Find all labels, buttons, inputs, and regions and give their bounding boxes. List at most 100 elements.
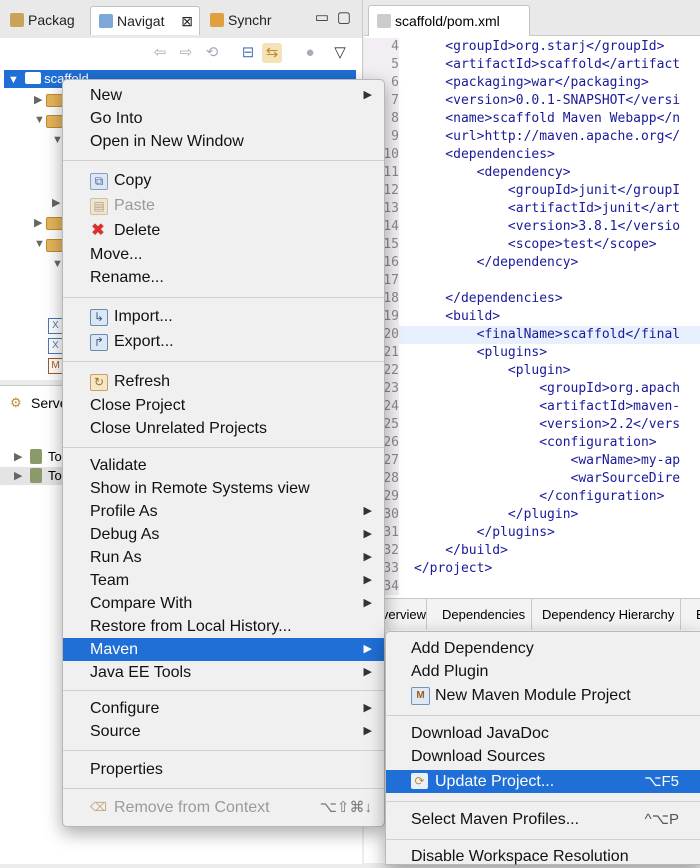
- menu-item-close-project[interactable]: Close Project: [63, 394, 384, 417]
- menu-item-add-dependency[interactable]: Add Dependency: [386, 637, 700, 660]
- code-line[interactable]: 10 <dependencies>: [364, 146, 700, 164]
- code-line[interactable]: 5 <artifactId>scaffold</artifact: [364, 56, 700, 74]
- expand-arrow-icon[interactable]: ▼: [34, 114, 45, 126]
- code-line[interactable]: 34: [364, 578, 700, 595]
- tab-dependencies[interactable]: Dependencies: [436, 599, 533, 631]
- expand-arrow-icon[interactable]: ▶: [14, 448, 22, 466]
- menu-item-maven[interactable]: Maven ▶: [63, 638, 384, 661]
- code-line[interactable]: 32 </build>: [364, 542, 700, 560]
- expand-arrow-icon[interactable]: ▼: [8, 74, 19, 86]
- close-icon[interactable]: ⊠: [181, 7, 193, 35]
- code-line[interactable]: 29 </configuration>: [364, 488, 700, 506]
- menu-item-source[interactable]: Source ▶: [63, 720, 384, 743]
- menu-item-compare-with[interactable]: Compare With ▶: [63, 592, 384, 615]
- code-line[interactable]: 31 </plugins>: [364, 524, 700, 542]
- tab-navigator[interactable]: Navigat ⊠: [90, 6, 200, 35]
- tab-effective-pom[interactable]: E: [690, 599, 700, 631]
- code-line[interactable]: 8 <name>scaffold Maven Webapp</n: [364, 110, 700, 128]
- code-text: <warSourceDire: [414, 471, 681, 486]
- view-menu-icon[interactable]: ▽: [330, 43, 350, 63]
- code-line[interactable]: 16 </dependency>: [364, 254, 700, 272]
- collapse-all-icon[interactable]: ⊟: [238, 43, 258, 63]
- expand-arrow-icon[interactable]: ▶: [34, 216, 42, 229]
- expand-arrow-icon[interactable]: ▶: [14, 467, 22, 485]
- tab-dependency-hierarchy[interactable]: Dependency Hierarchy: [536, 599, 682, 631]
- maximize-icon[interactable]: ▢: [334, 8, 354, 28]
- menu-item-profile-as[interactable]: Profile As ▶: [63, 500, 384, 523]
- menu-item-new-maven-module[interactable]: M New Maven Module Project: [386, 684, 700, 707]
- code-line[interactable]: 15 <scope>test</scope>: [364, 236, 700, 254]
- menu-item-new[interactable]: New ▶: [63, 84, 384, 107]
- paste-icon: ▤: [90, 198, 108, 215]
- code-text: <groupId>org.starj</groupId>: [414, 39, 665, 54]
- menu-item-team[interactable]: Team ▶: [63, 569, 384, 592]
- menu-item-refresh[interactable]: ↻ Refresh: [63, 370, 384, 393]
- back-arrow-icon[interactable]: ⇦: [150, 43, 170, 63]
- code-text: <finalName>scaffold</final: [414, 327, 681, 342]
- menu-item-disable-workspace-resolution[interactable]: Disable Workspace Resolution: [386, 845, 700, 868]
- tab-synchronize[interactable]: Synchr: [202, 6, 312, 34]
- menu-item-go-into[interactable]: Go Into: [63, 107, 384, 130]
- menu-item-open-in-new-window[interactable]: Open in New Window: [63, 130, 384, 153]
- menu-item-close-unrelated-projects[interactable]: Close Unrelated Projects: [63, 417, 384, 440]
- menu-item-debug-as[interactable]: Debug As ▶: [63, 523, 384, 546]
- menu-item-restore-from-local-history[interactable]: Restore from Local History...: [63, 615, 384, 638]
- menu-separator: [63, 361, 384, 362]
- menu-separator: [63, 788, 384, 789]
- menu-item-run-as[interactable]: Run As ▶: [63, 546, 384, 569]
- menu-item-delete[interactable]: ✖ Delete: [63, 219, 384, 242]
- tab-package-explorer[interactable]: Packag: [2, 6, 86, 34]
- code-line[interactable]: 20 <finalName>scaffold</final: [364, 326, 700, 344]
- expand-arrow-icon[interactable]: ▶: [34, 93, 42, 106]
- menu-item-select-maven-profiles[interactable]: Select Maven Profiles... ^⌥P: [386, 808, 700, 831]
- code-line[interactable]: 22 <plugin>: [364, 362, 700, 380]
- menu-item-java-ee-tools[interactable]: Java EE Tools ▶: [63, 661, 384, 684]
- menu-item-configure[interactable]: Configure ▶: [63, 697, 384, 720]
- menu-item-rename[interactable]: Rename...: [63, 266, 384, 289]
- menu-item-remove-from-context[interactable]: ⌫ Remove from Context ⌥⇧⌘↓: [63, 796, 384, 819]
- code-line[interactable]: 7 <version>0.0.1-SNAPSHOT</versi: [364, 92, 700, 110]
- menu-item-move[interactable]: Move...: [63, 243, 384, 266]
- menu-item-properties[interactable]: Properties: [63, 758, 384, 781]
- code-line[interactable]: 11 <dependency>: [364, 164, 700, 182]
- code-line[interactable]: 9 <url>http://maven.apache.org</: [364, 128, 700, 146]
- code-line[interactable]: 13 <artifactId>junit</art: [364, 200, 700, 218]
- menu-item-export[interactable]: ↱ Export...: [63, 330, 384, 353]
- code-line[interactable]: 18 </dependencies>: [364, 290, 700, 308]
- code-line[interactable]: 23 <groupId>org.apach: [364, 380, 700, 398]
- code-line[interactable]: 14 <version>3.8.1</versio: [364, 218, 700, 236]
- expand-arrow-icon[interactable]: ▼: [34, 238, 45, 250]
- code-line[interactable]: 6 <packaging>war</packaging>: [364, 74, 700, 92]
- menu-item-update-project[interactable]: ⟳ Update Project... ⌥F5: [386, 770, 700, 793]
- code-line[interactable]: 24 <artifactId>maven-: [364, 398, 700, 416]
- code-line[interactable]: 27 <warName>my-ap: [364, 452, 700, 470]
- menu-item-download-javadoc[interactable]: Download JavaDoc: [386, 722, 700, 745]
- filter-icon[interactable]: ●: [300, 43, 320, 63]
- menu-item-download-sources[interactable]: Download Sources: [386, 745, 700, 768]
- code-area[interactable]: 4 <groupId>org.starj</groupId> 5 <artifac…: [364, 35, 700, 595]
- code-line[interactable]: 4 <groupId>org.starj</groupId>: [364, 38, 700, 56]
- code-line[interactable]: 17: [364, 272, 700, 290]
- code-line[interactable]: 33 </project>: [364, 560, 700, 578]
- code-line[interactable]: 12 <groupId>junit</groupI: [364, 182, 700, 200]
- link-with-editor-icon[interactable]: ⇆: [262, 43, 282, 63]
- export-icon: ↱: [90, 334, 108, 351]
- up-folder-icon[interactable]: ⟲: [202, 43, 222, 63]
- code-line[interactable]: 25 <version>2.2</vers: [364, 416, 700, 434]
- minimize-icon[interactable]: ▭: [312, 8, 332, 28]
- forward-arrow-icon[interactable]: ⇨: [176, 43, 196, 63]
- code-line[interactable]: 30 </plugin>: [364, 506, 700, 524]
- menu-item-validate[interactable]: Validate: [63, 454, 384, 477]
- menu-item-show-in-remote-systems[interactable]: Show in Remote Systems view: [63, 477, 384, 500]
- menu-item-import[interactable]: ↳ Import...: [63, 305, 384, 328]
- menu-item-copy[interactable]: ⧉ Copy: [63, 169, 384, 192]
- expand-arrow-icon[interactable]: ▶: [52, 196, 60, 209]
- code-line[interactable]: 28 <warSourceDire: [364, 470, 700, 488]
- tab-pom-xml[interactable]: scaffold/pom.xml: [368, 5, 530, 36]
- menu-item-add-plugin[interactable]: Add Plugin: [386, 660, 700, 683]
- code-line[interactable]: 19 <build>: [364, 308, 700, 326]
- menu-item-paste[interactable]: ▤ Paste: [63, 194, 384, 217]
- line-number: 4: [364, 38, 399, 56]
- code-line[interactable]: 21 <plugins>: [364, 344, 700, 362]
- code-line[interactable]: 26 <configuration>: [364, 434, 700, 452]
